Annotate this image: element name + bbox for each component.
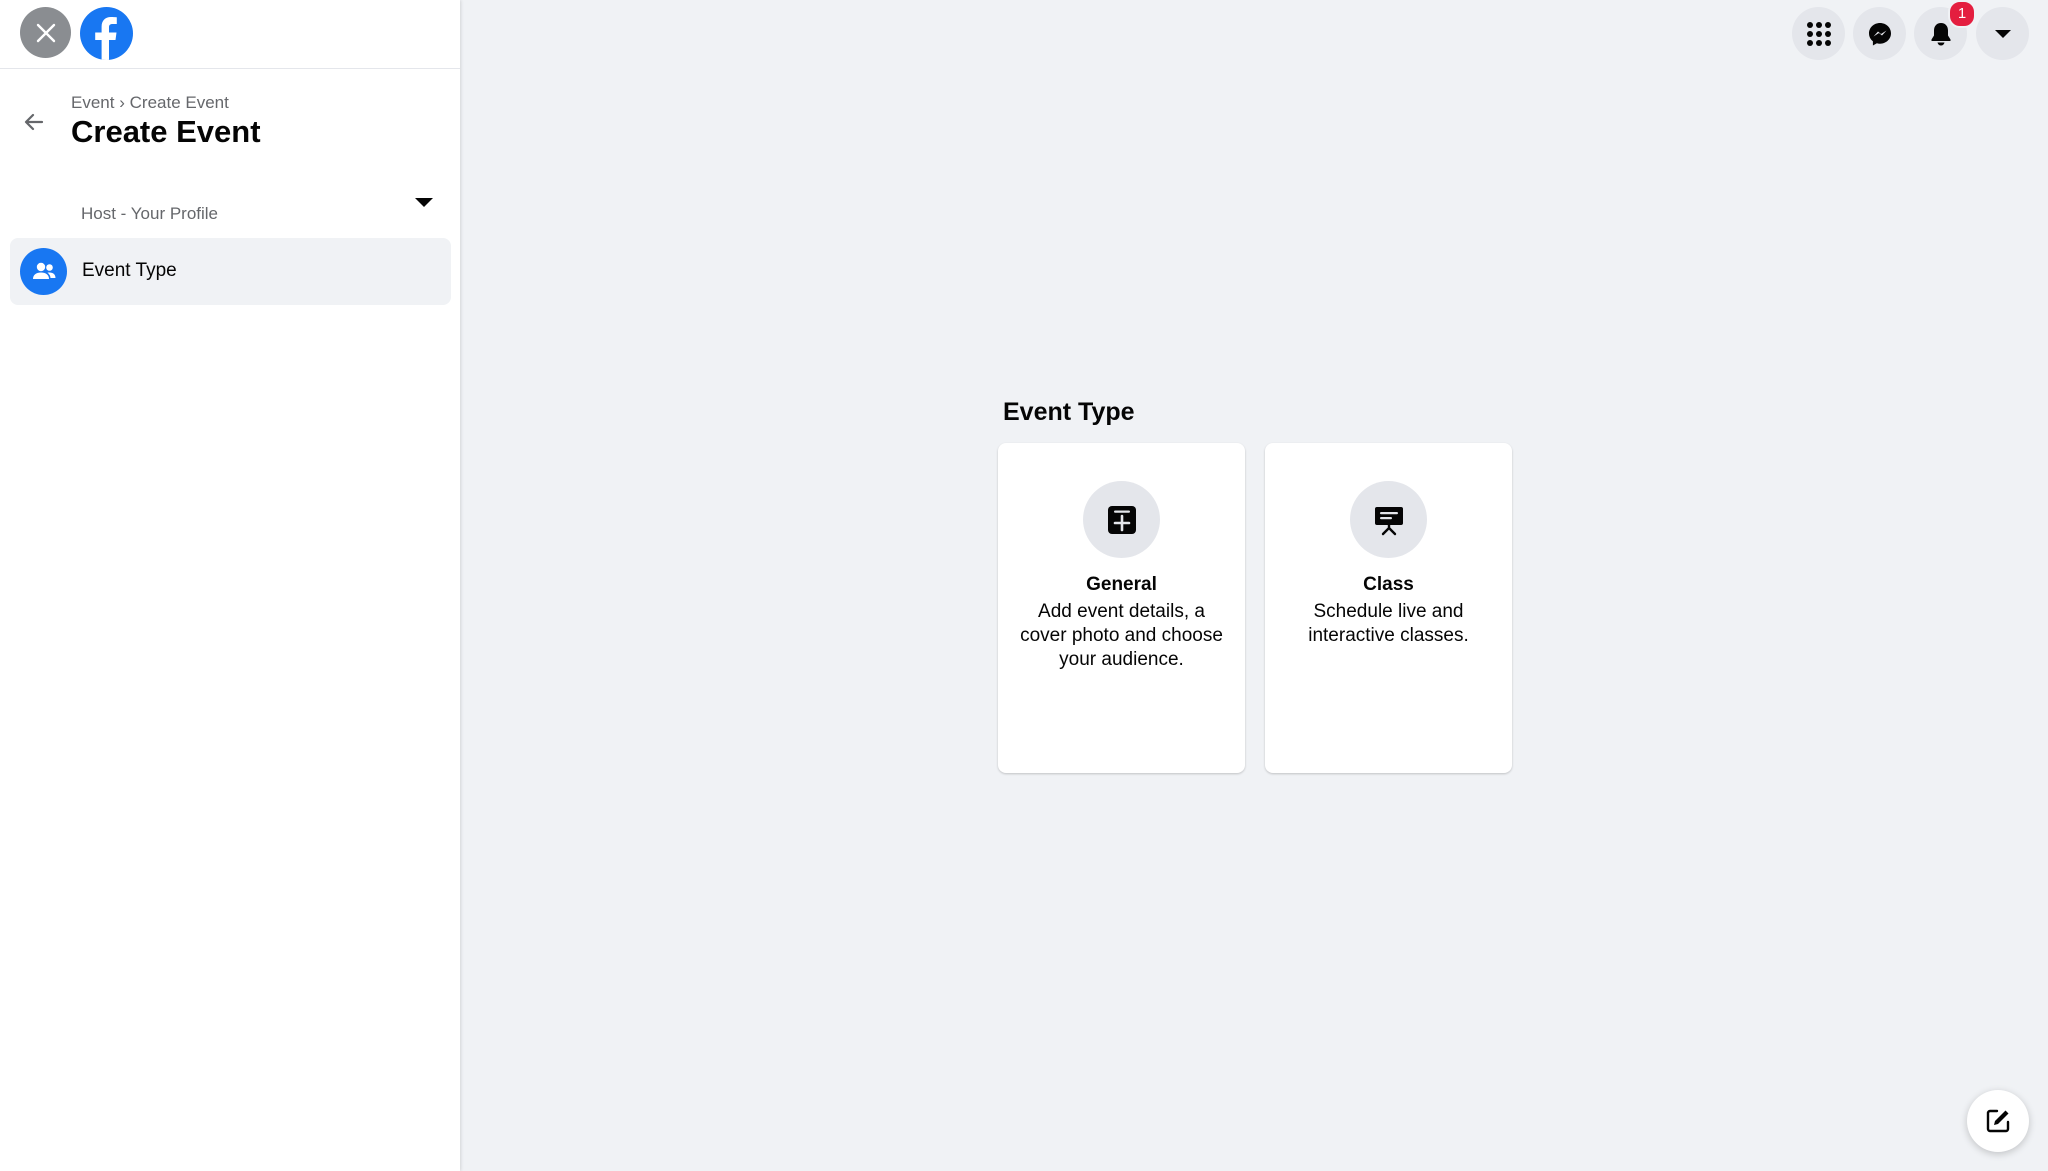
menu-button[interactable] <box>1792 7 1845 60</box>
breadcrumb-separator: › <box>119 93 125 112</box>
event-type-card-class[interactable]: Class Schedule live and interactive clas… <box>1265 443 1512 773</box>
messenger-icon <box>1868 22 1891 45</box>
notification-badge: 1 <box>1948 0 1976 28</box>
facebook-logo[interactable] <box>80 7 133 60</box>
menu-grid-icon <box>1806 21 1831 46</box>
bell-icon <box>1931 22 1950 45</box>
sidebar: Event › Create Event Create Event Host -… <box>0 0 460 1171</box>
account-button[interactable] <box>1976 7 2029 60</box>
presentation-icon <box>1350 481 1427 558</box>
back-button[interactable] <box>14 102 54 142</box>
sidebar-item-event-type[interactable]: Event Type <box>10 238 451 305</box>
host-label: Host - Your Profile <box>81 204 219 223</box>
card-title: Class <box>1363 574 1414 595</box>
breadcrumb-link-event[interactable]: Event <box>71 93 114 112</box>
arrow-left-icon <box>24 113 44 131</box>
close-button[interactable] <box>20 7 71 58</box>
event-type-card-general[interactable]: General Add event details, a cover photo… <box>998 443 1245 773</box>
facebook-f-icon <box>95 17 117 60</box>
card-title: General <box>1086 574 1157 595</box>
breadcrumb-current: Create Event <box>129 93 229 112</box>
compose-icon <box>1986 1109 2010 1133</box>
card-description: Add event details, a cover photo and cho… <box>1020 601 1223 670</box>
sidebar-header <box>0 0 460 69</box>
sidebar-item-label: Event Type <box>82 260 177 281</box>
breadcrumb: Event › Create Event <box>71 93 229 113</box>
caret-down-icon <box>1994 29 2011 38</box>
new-message-button[interactable] <box>1967 1090 2029 1152</box>
page-title: Create Event <box>71 114 261 149</box>
add-square-icon <box>1083 481 1160 558</box>
card-description: Schedule live and interactive classes. <box>1308 601 1469 646</box>
close-icon <box>36 23 55 42</box>
section-title: Event Type <box>1003 398 1135 426</box>
messenger-button[interactable] <box>1853 7 1906 60</box>
caret-down-icon <box>415 198 433 207</box>
people-icon <box>20 248 67 295</box>
host-dropdown-button[interactable] <box>408 188 440 216</box>
